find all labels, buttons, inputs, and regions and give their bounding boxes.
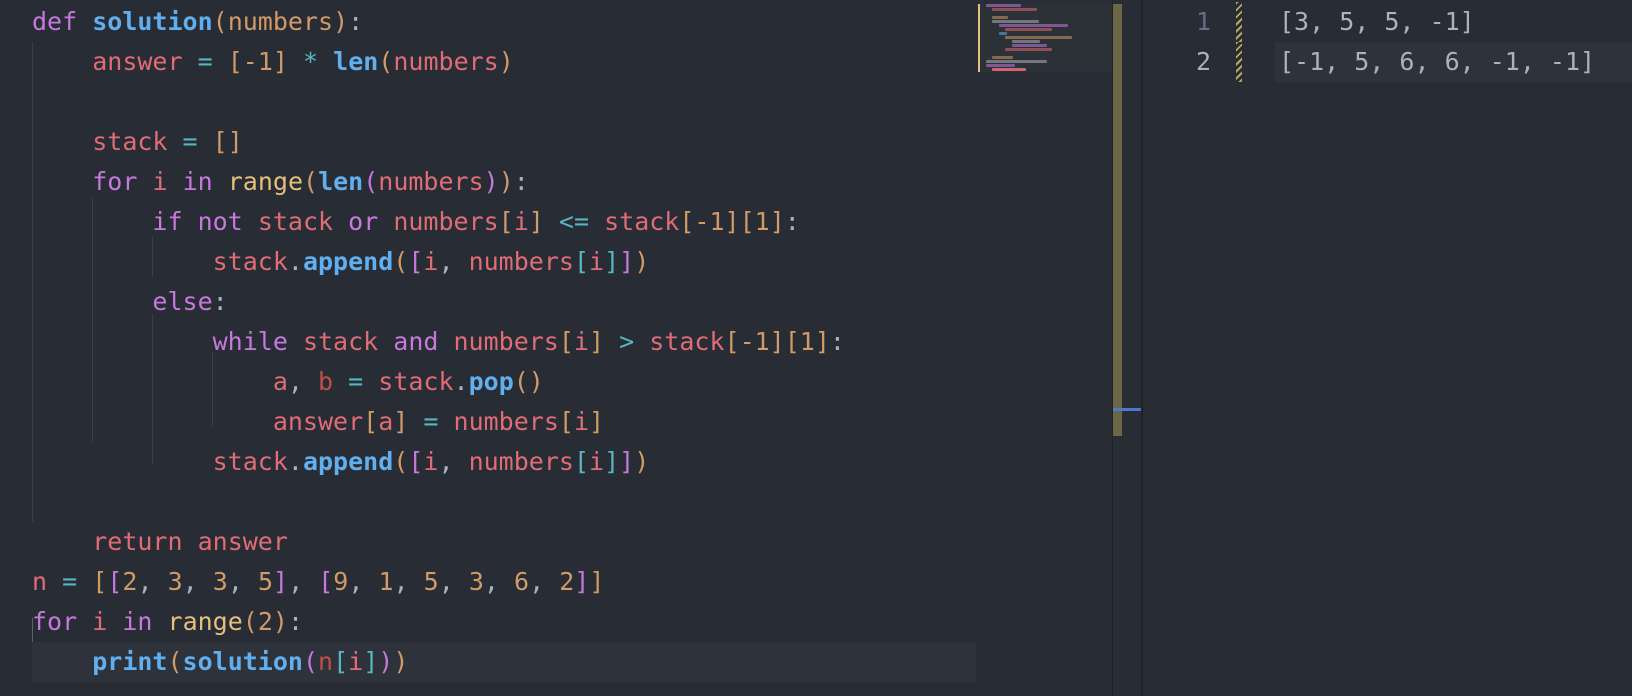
code-line[interactable]: def solution(numbers): [32, 2, 845, 42]
output-text: [3, 5, 5, -1] [1279, 7, 1475, 36]
minimap-line [986, 64, 1015, 67]
code-line[interactable]: stack = [] [32, 122, 845, 162]
code-line[interactable] [32, 82, 845, 122]
code-line[interactable]: a, b = stack.pop() [32, 362, 845, 402]
minimap-line [992, 68, 1026, 71]
output-pane[interactable]: 1 [3, 5, 5, -1] 2 [-1, 5, 6, 6, -1, -1] [1143, 0, 1632, 696]
code-line[interactable] [32, 482, 845, 522]
code-line[interactable]: answer = [-1] * len(numbers) [32, 42, 845, 82]
code-line[interactable]: for i in range(len(numbers)): [32, 162, 845, 202]
minimap-line [992, 20, 1039, 23]
code-line[interactable]: stack.append([i, numbers[i]]) [32, 442, 845, 482]
minimap-line [1011, 40, 1041, 43]
minimap-line [1011, 44, 1047, 47]
minimap-line [992, 16, 1009, 19]
code-line-active[interactable]: print(solution(n[i])) [32, 642, 976, 682]
minimap-line [998, 32, 1007, 35]
code-line[interactable]: if not stack or numbers[i] <= stack[-1][… [32, 202, 845, 242]
minimap-line [1005, 48, 1052, 51]
output-line: 1 [3, 5, 5, -1] [1143, 2, 1632, 42]
minimap[interactable] [978, 4, 1112, 72]
output-line-current: 2 [-1, 5, 6, 6, -1, -1] [1143, 42, 1632, 82]
output-text: [-1, 5, 6, 6, -1, -1] [1279, 47, 1596, 76]
code-runner-window: def solution(numbers): answer = [-1] * l… [0, 0, 1632, 696]
cursor-position-marker [1113, 408, 1141, 411]
minimap-line [992, 56, 1014, 59]
code-line[interactable]: answer[a] = numbers[i] [32, 402, 845, 442]
changed-line-marker [1236, 2, 1242, 42]
minimap-line [998, 24, 1068, 27]
minimap-line [986, 4, 1022, 7]
code-line[interactable]: else: [32, 282, 845, 322]
scrollbar-thumb[interactable] [1113, 4, 1122, 436]
minimap-line [992, 8, 1038, 11]
code-editor[interactable]: def solution(numbers): answer = [-1] * l… [0, 0, 1112, 696]
code-line[interactable]: n = [[2, 3, 3, 5], [9, 1, 5, 3, 6, 2]] [32, 562, 845, 602]
minimap-line [1005, 36, 1073, 39]
code-line[interactable]: return answer [32, 522, 845, 562]
code-line[interactable]: stack.append([i, numbers[i]]) [32, 242, 845, 282]
output-line-number: 2 [1195, 47, 1211, 76]
changed-line-marker [1236, 42, 1242, 82]
minimap-line [986, 60, 1047, 63]
output-line-number: 1 [1195, 7, 1211, 36]
code-lines[interactable]: def solution(numbers): answer = [-1] * l… [32, 2, 976, 682]
code-line[interactable]: for i in range(2): [32, 602, 845, 642]
code-line[interactable]: while stack and numbers[i] > stack[-1][1… [32, 322, 845, 362]
minimap-line [1005, 28, 1052, 31]
